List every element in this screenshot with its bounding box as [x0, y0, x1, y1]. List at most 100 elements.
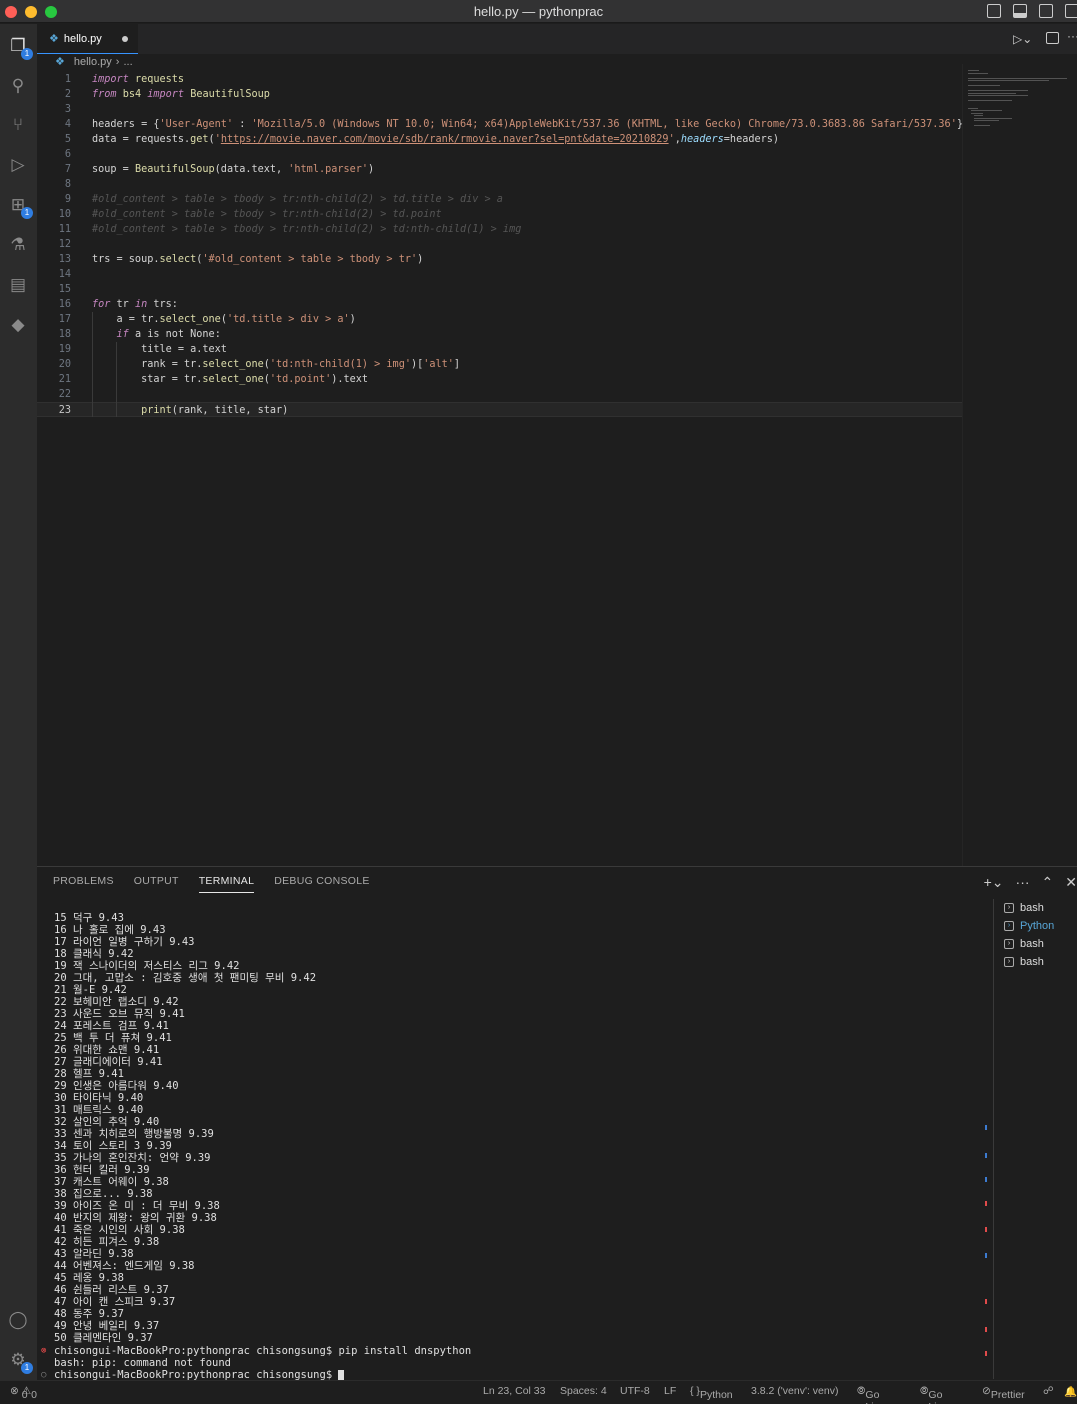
settings-gear-icon[interactable]: ⚙ 1 [6, 1348, 33, 1374]
tab-problems[interactable]: PROBLEMS [53, 875, 114, 893]
code-line[interactable]: 20 rank = tr.select_one('td:nth-child(1)… [37, 357, 962, 372]
more-actions-icon[interactable]: ··· [1067, 29, 1077, 43]
code-line[interactable]: 21 star = tr.select_one('td.point').text [37, 372, 962, 387]
explorer-badge: 1 [21, 48, 33, 60]
terminal-line: 20 그대, 고맙소 : 김호중 생애 첫 팬미팅 무비 9.42 [54, 972, 317, 984]
terminal-list: › bash › Python › bash › bash [993, 899, 1077, 1379]
source-control-icon[interactable]: ⑂ [6, 113, 30, 137]
terminal-list-item[interactable]: › bash [994, 935, 1077, 953]
code-line[interactable]: 10 #old_content > table > tbody > tr:nth-… [37, 207, 962, 222]
terminal-icon: › [1004, 957, 1014, 967]
remote-explorer-icon[interactable]: ▤ [6, 273, 30, 297]
minimap-line [968, 72, 989, 74]
code-line[interactable]: 8 [37, 177, 962, 192]
python-interpreter[interactable]: 3.8.2 ('venv': venv) [751, 1385, 838, 1397]
code-line[interactable]: 11 #old_content > table > tbody > tr:nth-… [37, 222, 962, 237]
breadcrumb-more[interactable]: ... [123, 56, 132, 68]
scrollbar-marker [985, 1125, 987, 1130]
python-icon[interactable]: ◆ [6, 313, 30, 337]
code-line[interactable]: 2 from bs4 import BeautifulSoup [37, 87, 962, 102]
customize-layout-icon[interactable] [1065, 4, 1077, 18]
terminal-line: 26 위대한 쇼맨 9.41 [54, 1044, 160, 1056]
close-panel-icon[interactable]: ✕ [1065, 874, 1077, 891]
code-line[interactable]: 6 [37, 147, 962, 162]
toggle-panel-icon[interactable] [1013, 4, 1027, 18]
more-actions-icon[interactable]: ··· [1016, 874, 1030, 891]
terminal-output[interactable]: 15 덕구 9.43 16 나 홀로 집에 9.43 17 라이언 일병 구하기 9… [54, 912, 316, 1344]
maximize-panel-icon[interactable]: ⌃ [1042, 874, 1054, 891]
language-mode[interactable]: { } Python [690, 1385, 733, 1401]
line-number: 6 [64, 149, 71, 160]
minimap-line [968, 80, 1050, 81]
code-line[interactable]: 4 headers = {'User-Agent' : 'Mozilla/5.0 … [37, 117, 963, 132]
split-editor-icon[interactable] [1046, 32, 1059, 44]
code-text: for tr in trs: [92, 299, 178, 310]
go-live-button-1[interactable]: ⦾ Go Live [857, 1385, 885, 1404]
code-line[interactable]: 12 [37, 237, 962, 252]
code-line[interactable]: 19 title = a.text [37, 342, 962, 357]
extensions-icon[interactable]: ⊞ 1 [6, 193, 33, 219]
code-line[interactable]: 18 if a is not None: [37, 327, 962, 342]
run-debug-icon[interactable]: ▷ [6, 153, 30, 177]
code-line[interactable]: 17 a = tr.select_one('td.title > div > a… [37, 312, 962, 327]
code-line[interactable]: 5 data = requests.get('https://movie.nave… [37, 132, 962, 147]
tab-hello-py[interactable]: ❖ hello.py [37, 24, 138, 54]
code-line[interactable]: 15 [37, 282, 962, 297]
code-line[interactable]: 1 import requests [37, 72, 962, 87]
end-of-line[interactable]: LF [664, 1385, 676, 1397]
code-line[interactable]: 7 soup = BeautifulSoup(data.text, 'html.p… [37, 162, 962, 177]
code-line[interactable]: 14 [37, 267, 962, 282]
search-icon[interactable]: ⚲ [6, 74, 30, 98]
new-terminal-icon[interactable]: +⌄ [984, 874, 1004, 891]
scrollbar-marker [985, 1327, 987, 1332]
code-line[interactable]: 23 print(rank, title, star) [37, 402, 962, 417]
explorer-icon[interactable]: ❐ 1 [6, 34, 33, 60]
tab-output[interactable]: OUTPUT [134, 875, 179, 893]
line-number: 13 [58, 254, 71, 265]
command-text: chisongui-MacBookPro:pythonprac chisongs… [54, 1345, 472, 1357]
line-number: 19 [58, 344, 71, 355]
encoding[interactable]: UTF-8 [620, 1385, 650, 1397]
code-line[interactable]: 16 for tr in trs: [37, 297, 962, 312]
tab-terminal[interactable]: TERMINAL [198, 875, 255, 893]
line-number: 11 [58, 224, 71, 235]
error-decoration-icon[interactable]: ⊗ [41, 1345, 46, 1357]
code-text: star = tr.select_one('td.point').text [92, 374, 369, 385]
run-python-file-icon[interactable]: ▷⌄ [1013, 32, 1032, 46]
minimap-line [973, 125, 991, 126]
terminal-line: 33 센과 치히로의 행방불명 9.39 [54, 1128, 214, 1140]
terminal-list-item[interactable]: › bash [994, 899, 1077, 917]
code-line[interactable]: 13 trs = soup.select('#old_content > tabl… [37, 252, 962, 267]
minimap-line [973, 117, 1013, 119]
terminal-list-item[interactable]: › Python [994, 917, 1077, 935]
toggle-secondary-sidebar-icon[interactable] [1039, 4, 1053, 18]
editor-tab-bar: ❖ hello.py ▷⌄ ··· [37, 24, 1077, 54]
terminal-line: 42 히든 피겨스 9.38 [54, 1236, 160, 1248]
code-line[interactable]: 22 [37, 387, 962, 402]
terminal-line: 45 레옹 9.38 [54, 1272, 124, 1284]
tab-debug-console[interactable]: DEBUG CONSOLE [274, 875, 370, 893]
terminal-list-item[interactable]: › bash [994, 953, 1077, 971]
code-editor[interactable]: 1 import requests 2 from bs4 import Beautif… [37, 72, 963, 417]
code-line[interactable]: 9 #old_content > table > tbody > tr:nth-c… [37, 192, 962, 207]
code-line[interactable]: 3 [37, 102, 962, 117]
minimap[interactable] [962, 64, 1077, 866]
prettier-status[interactable]: ⊘ Prettier [982, 1385, 1025, 1401]
unsaved-dot-icon[interactable] [122, 36, 128, 42]
feedback-icon[interactable]: ☍ [1043, 1385, 1054, 1397]
testing-icon[interactable]: ⚗ [6, 233, 30, 257]
extensions-badge: 1 [21, 207, 33, 219]
warning-count: 0 [31, 1389, 37, 1401]
account-icon[interactable]: ◯ [6, 1308, 30, 1332]
terminal-line: 47 아이 캔 스피크 9.37 [54, 1296, 176, 1308]
problems-status[interactable]: ⊗ 0 ⚠ 0 [10, 1385, 37, 1401]
go-live-button-2[interactable]: ⦾ Go Live [920, 1385, 948, 1404]
terminal-commands[interactable]: ⊗ chisongui-MacBookPro:pythonprac chisong… [41, 1345, 472, 1381]
line-number: 2 [64, 89, 71, 100]
breadcrumb-file[interactable]: hello.py [74, 56, 112, 68]
terminal-line: 37 캐스트 어웨이 9.38 [54, 1176, 169, 1188]
notifications-icon[interactable]: 🔔 [1064, 1385, 1077, 1398]
toggle-primary-sidebar-icon[interactable] [987, 4, 1001, 18]
indentation[interactable]: Spaces: 4 [560, 1385, 607, 1397]
cursor-position[interactable]: Ln 23, Col 33 [483, 1385, 545, 1397]
